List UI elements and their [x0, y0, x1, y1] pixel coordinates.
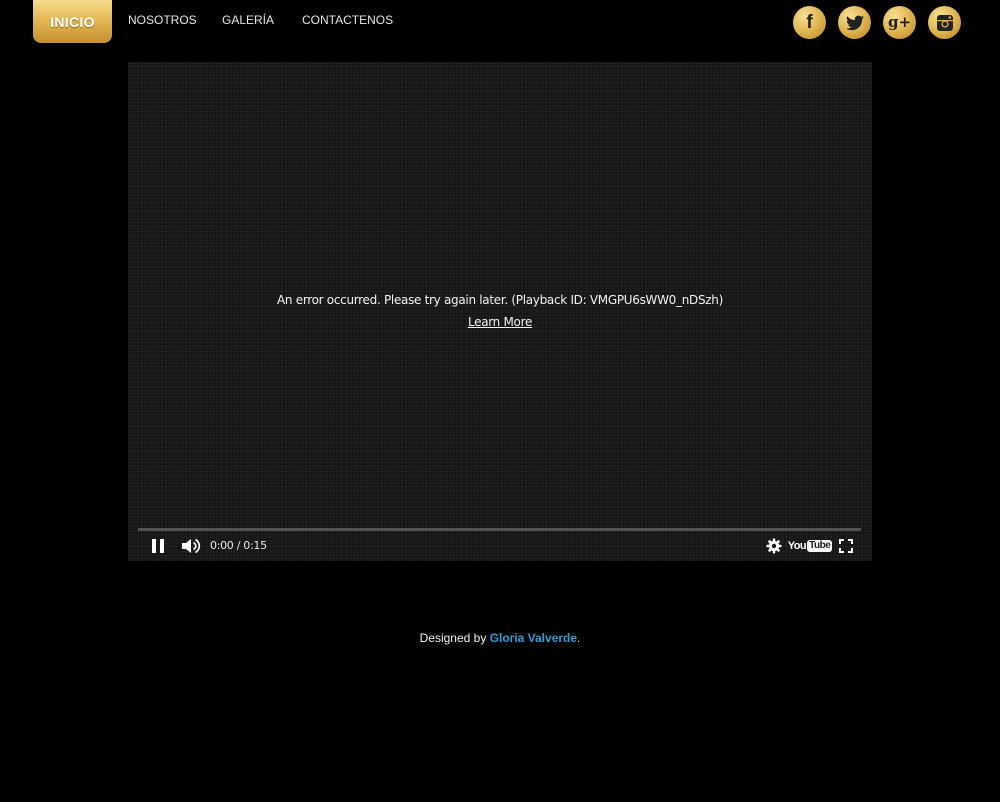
video-player[interactable]: An error occurred. Please try again late…: [128, 62, 872, 561]
gear-icon: [766, 538, 782, 554]
facebook-glyph: f: [806, 12, 813, 33]
settings-button[interactable]: [765, 537, 783, 555]
youtube-logo-you: You: [787, 540, 807, 552]
pause-icon: [152, 539, 164, 553]
video-progress-bar[interactable]: [138, 528, 861, 531]
learn-more-link[interactable]: Learn More: [468, 315, 532, 329]
nav-item-contactenos[interactable]: CONTACTENOS: [302, 13, 393, 27]
instagram-camera-icon: [936, 14, 953, 31]
footer-credit-link[interactable]: Gloria Valverde: [490, 631, 577, 645]
twitter-icon[interactable]: [838, 6, 871, 39]
fullscreen-icon: [839, 539, 853, 553]
volume-icon: [182, 538, 201, 554]
page: INICIO NOSOTROS GALERÍA CONTACTENOS f g+: [0, 0, 1000, 802]
volume-button[interactable]: [180, 536, 202, 556]
nav-item-inicio[interactable]: INICIO: [33, 0, 112, 43]
youtube-logo-icon: You Tube: [788, 540, 833, 552]
nav-item-nosotros[interactable]: NOSOTROS: [128, 13, 197, 27]
top-nav: INICIO NOSOTROS GALERÍA CONTACTENOS f g+: [0, 0, 1000, 50]
youtube-logo-tube: Tube: [807, 540, 833, 552]
instagram-icon[interactable]: [928, 6, 961, 39]
nav-item-galeria[interactable]: GALERÍA: [222, 13, 274, 27]
youtube-button[interactable]: You Tube: [788, 537, 833, 555]
fullscreen-button[interactable]: [837, 537, 855, 555]
video-time: 0:00 / 0:15: [210, 539, 267, 552]
video-error-message: An error occurred. Please try again late…: [277, 293, 723, 307]
google-plus-icon[interactable]: g+: [883, 6, 916, 39]
facebook-icon[interactable]: f: [793, 6, 826, 39]
footer: Designed by Gloria Valverde.: [0, 631, 1000, 645]
google-plus-glyph: g+: [887, 13, 912, 31]
pause-button[interactable]: [148, 536, 168, 556]
footer-prefix: Designed by: [419, 631, 490, 645]
learn-more-container: Learn More: [128, 315, 872, 329]
footer-suffix: .: [577, 631, 581, 645]
twitter-bird-icon: [845, 15, 864, 30]
